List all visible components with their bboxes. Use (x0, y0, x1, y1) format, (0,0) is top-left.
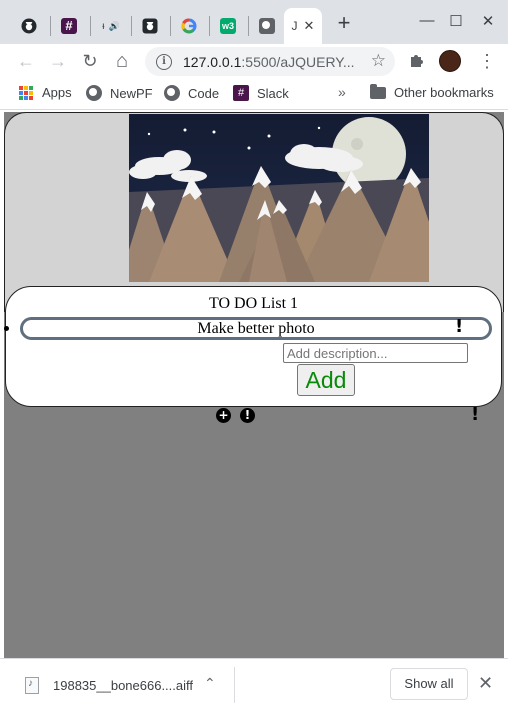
url-path: :5500/aJQUERY... (241, 53, 355, 70)
tab-title: ᵻ (102, 20, 105, 32)
browser-toolbar: ← → ↻ ⌂ i 127.0.0.1:5500/aJQUERY... ☆ (0, 44, 508, 78)
tab-github[interactable] (14, 8, 44, 44)
bookmark-newpf[interactable]: NewPF (86, 85, 153, 101)
speaker-icon: 🔊 (108, 20, 120, 31)
slack-icon: # (233, 85, 249, 101)
page-viewport: TO DO List 1 ! Add + ! ! (4, 112, 504, 658)
apps-grid-icon (19, 85, 33, 100)
show-all-button[interactable]: Show all (390, 668, 468, 700)
list-bullet (4, 326, 9, 331)
browser-menu-icon[interactable]: ⋮ (478, 50, 496, 72)
bookmarks-overflow-icon[interactable]: » (338, 84, 346, 100)
tab-slack[interactable]: # (54, 8, 84, 44)
tab-title: J (291, 19, 298, 33)
address-bar[interactable]: i 127.0.0.1:5500/aJQUERY... ☆ (145, 47, 395, 76)
home-icon[interactable]: ⌂ (111, 50, 133, 72)
bookmark-slack[interactable]: # Slack (233, 85, 289, 101)
todo-list-card: TO DO List 1 ! Add (5, 286, 502, 407)
globe-icon (86, 85, 102, 101)
audio-file-icon (25, 677, 39, 694)
github-icon (142, 18, 158, 34)
divider (234, 667, 235, 703)
tab-strip: # ᵻ 🔊 w3 J ✕ + — ☐ ✕ (0, 0, 508, 44)
mountain-header-image (119, 114, 449, 282)
other-bookmarks[interactable]: Other bookmarks (370, 83, 494, 100)
minimize-icon[interactable]: — (417, 12, 437, 29)
url-host: 127.0.0.1 (183, 53, 242, 70)
bookmark-label: Slack (257, 85, 289, 101)
profile-avatar[interactable] (439, 50, 461, 72)
download-file-name[interactable]: 198835__bone666....aiff (53, 678, 193, 693)
window-close-icon[interactable]: ✕ (478, 12, 498, 30)
globe-icon (259, 18, 275, 34)
task-input[interactable] (20, 317, 492, 340)
bookmark-code[interactable]: Code (164, 85, 219, 101)
shelf-close-icon[interactable]: ✕ (478, 673, 493, 694)
tab-google[interactable] (174, 8, 204, 44)
back-icon[interactable]: ← (15, 50, 37, 72)
site-info-icon[interactable]: i (156, 53, 172, 70)
bookmark-label: NewPF (110, 85, 153, 101)
list-title: TO DO List 1 (208, 295, 299, 312)
tab-globe[interactable] (252, 8, 282, 44)
alert-icon[interactable]: ! (240, 408, 255, 423)
slack-icon: # (61, 18, 77, 34)
tab-close-icon[interactable]: ✕ (304, 18, 315, 34)
priority-flag-icon[interactable]: ! (455, 316, 463, 337)
folder-icon (370, 83, 386, 99)
chevron-up-icon[interactable]: ⌃ (204, 675, 216, 692)
add-item-plus-icon[interactable]: + (216, 408, 231, 423)
bookmark-apps[interactable]: Apps (19, 85, 72, 100)
add-button[interactable]: Add (297, 364, 355, 396)
bookmark-label: Apps (42, 85, 72, 100)
tab-github-2[interactable] (135, 8, 165, 44)
extensions-puzzle-icon[interactable] (409, 52, 425, 73)
tab-active[interactable]: J ✕ (284, 8, 322, 44)
github-icon (21, 18, 37, 34)
reload-icon[interactable]: ↻ (79, 50, 101, 72)
forward-icon[interactable]: → (47, 50, 69, 72)
bookmark-label: Code (188, 85, 220, 101)
google-icon (181, 18, 197, 34)
other-bookmarks-label: Other bookmarks (394, 85, 494, 100)
maximize-icon[interactable]: ☐ (446, 12, 466, 30)
globe-icon (164, 85, 180, 101)
bookmark-star-icon[interactable]: ☆ (371, 51, 386, 71)
tab-w3schools[interactable]: w3 (213, 8, 243, 44)
tab-audio[interactable]: ᵻ 🔊 (94, 8, 128, 44)
description-input[interactable] (283, 343, 468, 363)
w3schools-icon: w3 (220, 18, 236, 34)
download-shelf: 198835__bone666....aiff ⌃ Show all ✕ (0, 658, 508, 712)
new-tab-button[interactable]: + (334, 12, 354, 34)
bookmarks-bar: Apps NewPF Code # Slack » Other bookmark… (0, 78, 508, 110)
side-flag-icon[interactable]: ! (471, 404, 479, 425)
